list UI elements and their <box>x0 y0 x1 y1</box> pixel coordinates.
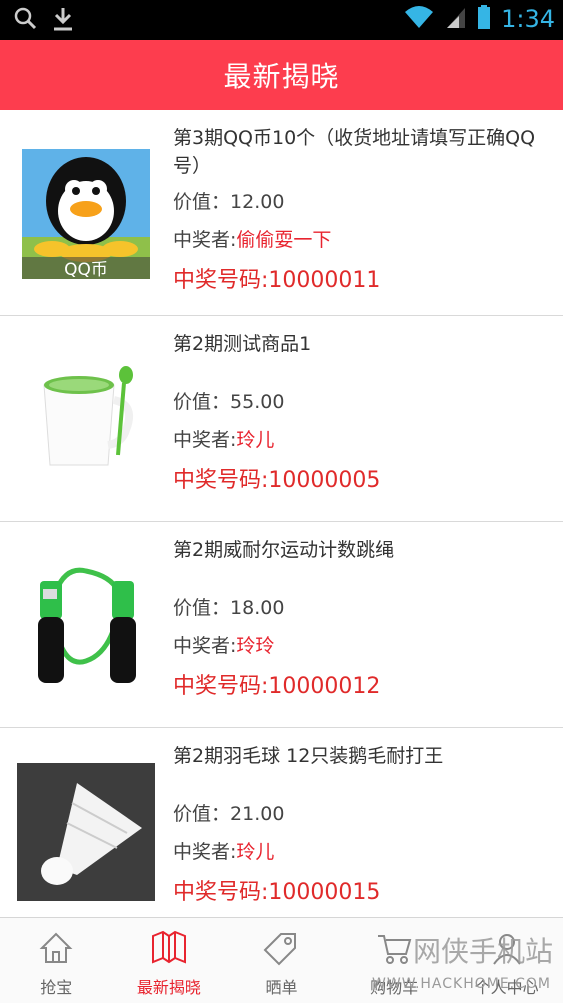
code-value: 10000012 <box>268 674 381 699</box>
signal-icon <box>445 4 467 34</box>
winning-code: 中奖号码:10000012 <box>173 672 548 702</box>
item-value-row: 价值：18.00 <box>173 596 548 620</box>
code-value: 10000015 <box>268 880 381 905</box>
item-info: 第2期威耐尔运动计数跳绳 价值：18.00 中奖者:玲玲 中奖号码:100000… <box>173 536 548 702</box>
item-winner-row: 中奖者:玲玲 <box>173 634 548 658</box>
winner-name[interactable]: 玲玲 <box>236 635 274 657</box>
value-label: 价值： <box>173 391 231 413</box>
item-info: 第2期羽毛球 12只装鹅毛耐打王 价值：21.00 中奖者:玲儿 中奖号码:10… <box>173 742 548 908</box>
code-label: 中奖号码: <box>173 674 269 699</box>
list-item[interactable]: 第2期测试商品1 价值：55.00 中奖者:玲儿 中奖号码:10000005 <box>0 316 563 522</box>
item-title: 第2期威耐尔运动计数跳绳 <box>173 539 395 561</box>
code-label: 中奖号码: <box>173 268 269 293</box>
search-icon <box>14 6 38 36</box>
code-value: 10000011 <box>268 268 381 293</box>
product-image-mug <box>16 350 156 490</box>
results-list: QQ币 第3期QQ币10个（收货地址请填写正确QQ号） 价值：12.00 中奖者… <box>0 110 563 934</box>
battery-icon <box>477 4 491 34</box>
list-item[interactable]: QQ币 第3期QQ币10个（收货地址请填写正确QQ号） 价值：12.00 中奖者… <box>0 110 563 316</box>
nav-label: 抢宝 <box>40 978 73 997</box>
nav-item-share[interactable]: 晒单 <box>225 918 338 1003</box>
winning-code: 中奖号码:10000015 <box>173 878 548 908</box>
product-image-jump-rope <box>16 556 156 696</box>
nav-label: 晒单 <box>265 978 298 997</box>
list-item[interactable]: 第2期威耐尔运动计数跳绳 价值：18.00 中奖者:玲玲 中奖号码:100000… <box>0 522 563 728</box>
winner-label: 中奖者: <box>173 229 237 251</box>
winner-name[interactable]: 玲儿 <box>236 429 274 451</box>
item-winner-row: 中奖者:玲儿 <box>173 428 548 452</box>
list-item[interactable]: 第2期羽毛球 12只装鹅毛耐打王 价值：21.00 中奖者:玲儿 中奖号码:10… <box>0 728 563 934</box>
item-value-row: 价值：55.00 <box>173 390 548 414</box>
value-amount: 55.00 <box>230 391 285 413</box>
code-label: 中奖号码: <box>173 880 269 905</box>
value-label: 价值： <box>173 191 231 213</box>
winner-label: 中奖者: <box>173 841 237 863</box>
watermark-url: WWW.HACKHOME.COM <box>372 976 551 992</box>
value-label: 价值： <box>173 803 231 825</box>
item-title: 第2期测试商品1 <box>173 333 312 355</box>
value-amount: 18.00 <box>230 597 285 619</box>
home-icon <box>38 930 74 970</box>
winner-label: 中奖者: <box>173 635 237 657</box>
wifi-icon <box>403 4 435 34</box>
item-winner-row: 中奖者:偷偷耍一下 <box>173 228 548 252</box>
download-icon <box>52 6 74 36</box>
winner-name[interactable]: 偷偷耍一下 <box>236 229 331 251</box>
item-info: 第3期QQ币10个（收货地址请填写正确QQ号） 价值：12.00 中奖者:偷偷耍… <box>173 124 548 296</box>
item-title: 第3期QQ币10个（收货地址请填写正确QQ号） <box>173 127 536 177</box>
product-image-shuttlecock <box>16 762 156 902</box>
product-image-qq-coins: QQ币 <box>16 144 156 284</box>
winning-code: 中奖号码:10000005 <box>173 466 548 496</box>
item-value-row: 价值：21.00 <box>173 802 548 826</box>
tag-icon <box>261 930 301 970</box>
status-bar: 1:34 <box>0 0 563 40</box>
book-icon <box>149 930 189 970</box>
winning-code: 中奖号码:10000011 <box>173 266 548 296</box>
value-amount: 12.00 <box>230 191 285 213</box>
code-label: 中奖号码: <box>173 468 269 493</box>
nav-label: 最新揭晓 <box>136 978 201 997</box>
item-winner-row: 中奖者:玲儿 <box>173 840 548 864</box>
page-title: 最新揭晓 <box>223 60 340 93</box>
code-value: 10000005 <box>268 468 381 493</box>
value-amount: 21.00 <box>230 803 285 825</box>
cart-icon <box>374 930 414 970</box>
nav-item-latest[interactable]: 最新揭晓 <box>113 918 226 1003</box>
app-header: 最新揭晓 <box>0 40 563 110</box>
item-value-row: 价值：12.00 <box>173 190 548 214</box>
nav-item-home[interactable]: 抢宝 <box>0 918 113 1003</box>
item-title: 第2期羽毛球 12只装鹅毛耐打王 <box>173 745 444 767</box>
watermark-text: 网侠手机站 <box>412 935 553 968</box>
value-label: 价值： <box>173 597 231 619</box>
item-info: 第2期测试商品1 价值：55.00 中奖者:玲儿 中奖号码:10000005 <box>173 330 548 496</box>
status-time: 1:34 <box>501 5 555 33</box>
winner-name[interactable]: 玲儿 <box>236 841 274 863</box>
svg-text:QQ币: QQ币 <box>64 260 108 279</box>
winner-label: 中奖者: <box>173 429 237 451</box>
